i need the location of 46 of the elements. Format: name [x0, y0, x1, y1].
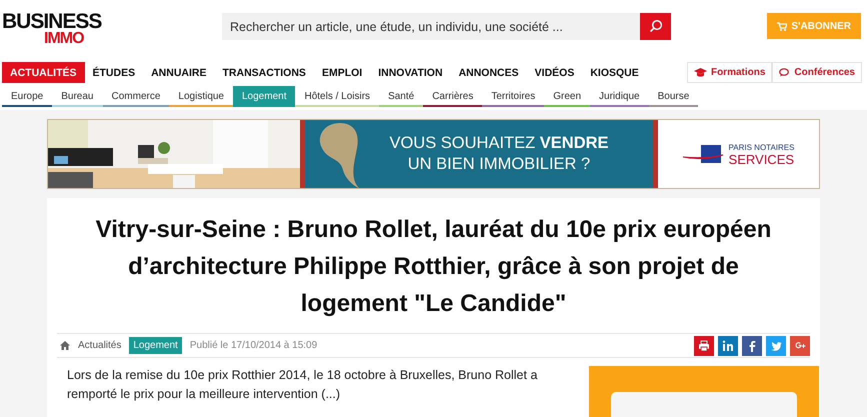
category-tab[interactable]: Hôtels / Loisirs [295, 86, 380, 107]
graduation-cap-icon [694, 68, 707, 77]
banner-subline: UN BIEN IMMOBILIER ? [406, 154, 592, 175]
category-tab[interactable]: Europe [2, 86, 52, 107]
nav-tab[interactable]: VIDÉOS [526, 62, 582, 83]
brand-name: SERVICES [728, 154, 794, 166]
bird-icon [770, 340, 782, 352]
linkedin-icon [722, 340, 734, 352]
nav-tab[interactable]: EMPLOI [314, 62, 370, 83]
brand-name: PARIS NOTAIRES [728, 142, 794, 154]
publish-date: Publié le 17/10/2014 à 15:09 [190, 339, 318, 353]
nav-link[interactable]: Conférences [772, 62, 862, 83]
category-tab[interactable]: Carrières [423, 86, 482, 107]
category-tab[interactable]: Bourse [648, 86, 698, 107]
nav-tab[interactable]: ÉTUDES [84, 62, 144, 83]
article-lead: Lors de la remise du 10e prix Rotthier 2014, le 18 octobre à Bruxelles, Bruno Rollet a remporté le prix pour la meilleure intervention (...) [67, 367, 538, 403]
home-icon[interactable] [60, 341, 70, 350]
cart-icon [777, 22, 788, 30]
article-title: Vitry-sur-Seine : Bruno Rollet, lauréat du 10e prix européen d’architecture Philippe Rotthier, grâce à son projet de logement "Le Candide" [94, 215, 772, 319]
share-button[interactable] [718, 336, 738, 356]
category-tab[interactable]: Juridique [590, 86, 649, 107]
nav-tab[interactable]: TRANSACTIONS [214, 62, 314, 83]
share-button[interactable] [694, 336, 714, 356]
search-button[interactable] [640, 13, 671, 40]
nav-tab[interactable]: ACTUALITÉS [2, 62, 84, 83]
logo[interactable]: BUSINESS IMMO [2, 12, 122, 46]
share-button[interactable] [766, 336, 786, 356]
share-button[interactable] [742, 336, 762, 356]
category-tab[interactable]: Santé [379, 86, 424, 107]
category-tab[interactable]: Bureau [52, 86, 102, 107]
share-button[interactable] [790, 336, 810, 356]
banner-headline: VOUS SOUHAITEZ VENDRE [389, 133, 609, 154]
category-tab[interactable]: Commerce [102, 86, 170, 107]
nav-tab[interactable]: KIOSQUE [582, 62, 647, 83]
search-icon [648, 19, 662, 34]
nav-tab[interactable]: ANNONCES [450, 62, 527, 83]
nav-tab[interactable]: ANNUAIRE [143, 62, 215, 83]
search-field[interactable]: Rechercher un article, une étude, un individu, une société ... [222, 13, 640, 40]
nav-link[interactable]: Formations [686, 62, 772, 83]
breadcrumb-link[interactable]: Actualités [78, 338, 122, 353]
speech-bubbles-icon [779, 68, 790, 77]
brand-logo-icon [682, 143, 725, 165]
category-tab[interactable]: Territoires [482, 86, 544, 107]
category-tab[interactable]: Green [544, 86, 590, 107]
nav-tab[interactable]: INNOVATION [370, 62, 451, 83]
print-icon [698, 340, 710, 352]
